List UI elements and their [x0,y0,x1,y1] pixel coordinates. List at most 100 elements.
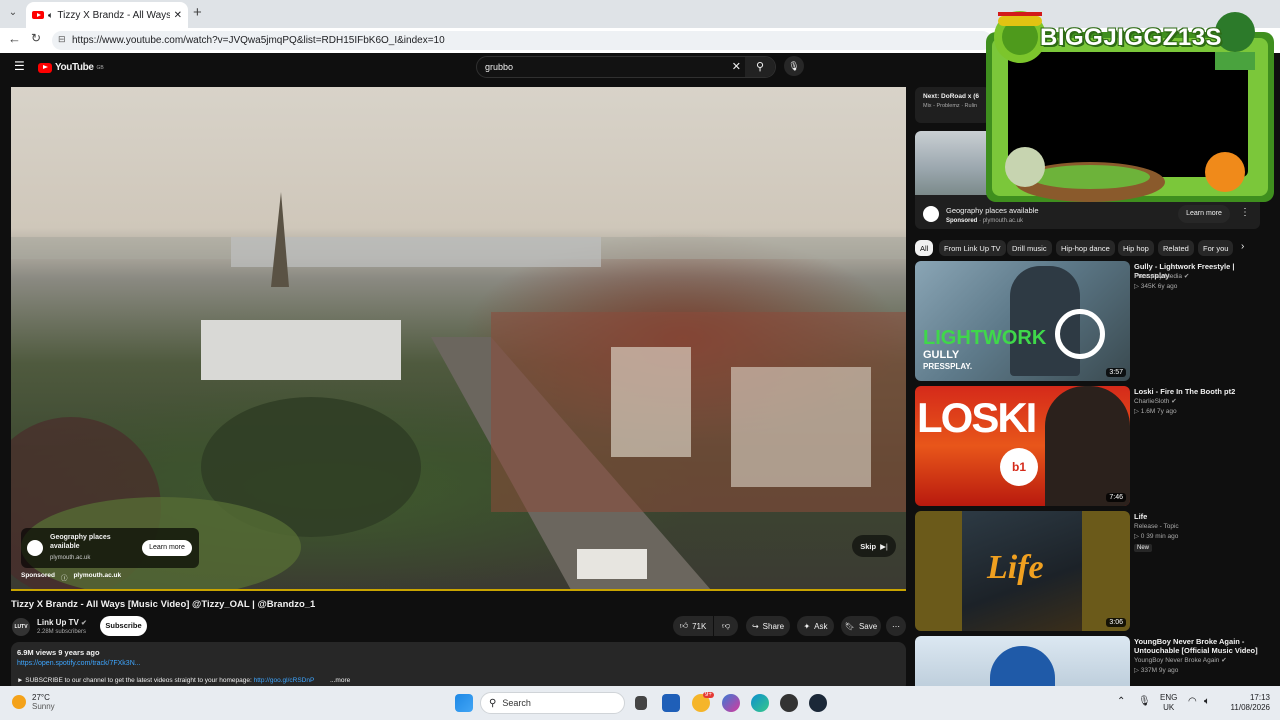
search-input[interactable]: grubbo ✕ ⚲ [476,56,776,78]
file-explorer-icon[interactable] [662,694,680,712]
channel-avatar[interactable]: LUTV [12,618,30,636]
side-ad-menu-icon[interactable]: ⋮ [1240,207,1250,218]
taskbar-search[interactable]: ⚲ Search [480,692,625,714]
steam-icon[interactable] [809,694,827,712]
site-info-icon[interactable]: ⊟ [58,34,66,45]
windows-start-icon[interactable] [455,694,473,712]
chip-drill-music[interactable]: Drill music [1007,240,1052,256]
rec-title[interactable]: Life [1134,512,1260,521]
rec-thumbnail[interactable]: LIGHTWORK GULLY PRESSPLAY. 3:57 [915,261,1130,381]
up-next-meta: Mix - Problemz · Rulin [923,103,978,109]
ask-button[interactable]: ✦ Ask [797,616,834,636]
side-ad-learn-more-button[interactable]: Learn more [1178,205,1230,223]
tab-list-chevron-icon[interactable]: ⌄ [6,7,20,21]
clear-search-icon[interactable]: ✕ [732,60,741,73]
description-box[interactable]: 6.9M views 9 years ago https://open.spot… [11,642,906,686]
search-query: grubbo [485,62,514,72]
description-link-2[interactable]: http://goo.gl/cRSDnP [254,677,315,684]
thumb-sub1: GULLY [923,349,960,361]
wifi-icon[interactable]: ◠ [1188,696,1197,707]
search-icon: ⚲ [489,697,497,709]
info-icon[interactable]: ⓘ [61,572,68,582]
ad-domain-footer[interactable]: plymouth.ac.uk [73,572,121,582]
rec-thumbnail[interactable]: LOSKI b1 7:46 [915,386,1130,506]
more-link[interactable]: ...more [330,677,350,684]
reload-icon[interactable]: ↻ [31,31,41,45]
chip-from-link-up-tv[interactable]: From Link Up TV [939,240,1006,256]
channel-name[interactable]: Link Up TV ✔ [37,618,87,627]
chip-hip-hop[interactable]: Hip hop [1118,240,1154,256]
rec-thumbnail[interactable]: Life 3:06 [915,511,1130,631]
rec-channel-text: CharlieSloth [1134,398,1170,405]
rec-title[interactable]: YoungBoy Never Broke Again - Untouchable… [1134,637,1260,655]
url-bar[interactable]: ⊟ https://www.youtube.com/watch?v=JVQwa5… [52,31,992,50]
new-badge: New [1134,544,1153,552]
youtube-logo[interactable]: YouTube GB [38,62,104,73]
back-icon[interactable]: ← [8,31,21,46]
rec-channel[interactable]: Pressplay Media ✔ [1134,272,1189,282]
rec-duration: 7:46 [1106,493,1126,502]
video-player[interactable]: Geography places available plymouth.ac.u… [11,87,906,590]
ad-card[interactable]: Geography places available plymouth.ac.u… [21,528,199,568]
rec-channel-text: Pressplay Media [1134,273,1183,280]
up-next-title: Next: DoRoad x (6 [923,93,979,100]
skip-ad-button[interactable]: Skip ▶| [852,535,896,557]
chips-next-icon[interactable]: › [1241,241,1244,252]
volume-icon[interactable]: 🔈︎ [1204,696,1210,707]
views-date: 6.9M views 9 years ago [17,648,100,657]
up-next-card[interactable]: Next: DoRoad x (6 Mix - Problemz · Rulin [915,87,990,123]
recommendation-item[interactable]: LIGHTWORK GULLY PRESSPLAY. 3:57 Gully - … [915,261,1260,381]
ad-learn-more-button[interactable]: Learn more [142,540,192,556]
speaker-icon[interactable]: 🔈︎ [48,10,53,21]
weather-widget[interactable]: 27°C Sunny [12,693,55,711]
chip-for-you[interactable]: For you [1198,240,1234,256]
dislike-button[interactable]: 👎︎ [714,616,738,636]
ask-label: Ask [814,621,828,631]
rec-duration: 3:06 [1106,618,1126,627]
rec-title[interactable]: Loski - Fire In The Booth pt2 [1134,387,1260,396]
copilot-icon[interactable] [722,694,740,712]
share-button[interactable]: ↪ Share [746,616,790,636]
skip-next-icon: ▶| [880,541,888,551]
subscribe-button[interactable]: Subscribe [100,616,147,636]
chip-hip-hop-dance[interactable]: Hip-hop dance [1056,240,1115,256]
task-view-icon[interactable] [635,696,647,710]
clock-date: 11/08/2026 [1230,703,1270,712]
tray-overflow-icon[interactable]: ⌃ [1117,696,1125,707]
chip-all[interactable]: All [915,240,934,256]
browser-tab-active[interactable]: 🔈︎ Tizzy X Brandz - All Ways [Mu ✕ [26,2,188,28]
video-title: Tizzy X Brandz - All Ways [Music Video] … [11,599,316,610]
rec-channel[interactable]: Release - Topic [1134,522,1179,532]
close-tab-icon[interactable]: ✕ [174,10,182,21]
recommendation-item[interactable]: Life 3:06 Life Release - Topic ▷ 0 39 mi… [915,511,1260,631]
ad-progress-bar[interactable] [11,589,906,591]
side-ad-sponsor-line: Sponsored · plymouth.ac.uk [946,218,1024,224]
weather-temp: 27°C [32,693,50,702]
rec-meta: ▷ 0 39 min ago [1134,533,1179,540]
recommendation-item[interactable]: YoungBoy Never Broke Again - Untouchable… [915,636,1260,686]
thumb-person [990,646,1055,686]
language-indicator[interactable]: ENG UK [1160,693,1177,713]
voice-search-icon[interactable]: 🎙︎ [784,56,804,76]
chip-related[interactable]: Related [1158,240,1194,256]
youtube-favicon-icon [32,11,44,19]
recording-app-icon[interactable] [780,694,798,712]
thumb-person [1045,386,1130,506]
recommendation-item[interactable]: LOSKI b1 7:46 Loski - Fire In The Booth … [915,386,1260,506]
more-actions-button[interactable]: ⋯ [886,616,906,636]
rec-channel[interactable]: YoungBoy Never Broke Again ✔ [1134,656,1227,666]
rec-thumbnail[interactable] [915,636,1130,686]
new-tab-icon[interactable]: + [193,4,202,21]
clock-time: 17:13 [1249,693,1270,702]
menu-icon[interactable]: ☰ [14,59,25,73]
like-button[interactable]: 👍︎ 71K [673,616,713,636]
search-button[interactable]: ⚲ [745,57,775,77]
description-link[interactable]: https://open.spotify.com/track/7FXk3N... [17,660,900,667]
microphone-icon[interactable]: 🎙︎ [1138,696,1151,707]
clock[interactable]: 17:13 11/08/2026 [1220,693,1270,713]
description-line: ► SUBSCRIBE to our channel to get the la… [17,677,900,684]
save-button[interactable]: 🔖︎ Save [841,616,881,636]
rec-channel[interactable]: CharlieSloth ✔ [1134,397,1177,407]
edge-browser-icon[interactable] [751,694,769,712]
language-code: ENG [1160,693,1178,702]
